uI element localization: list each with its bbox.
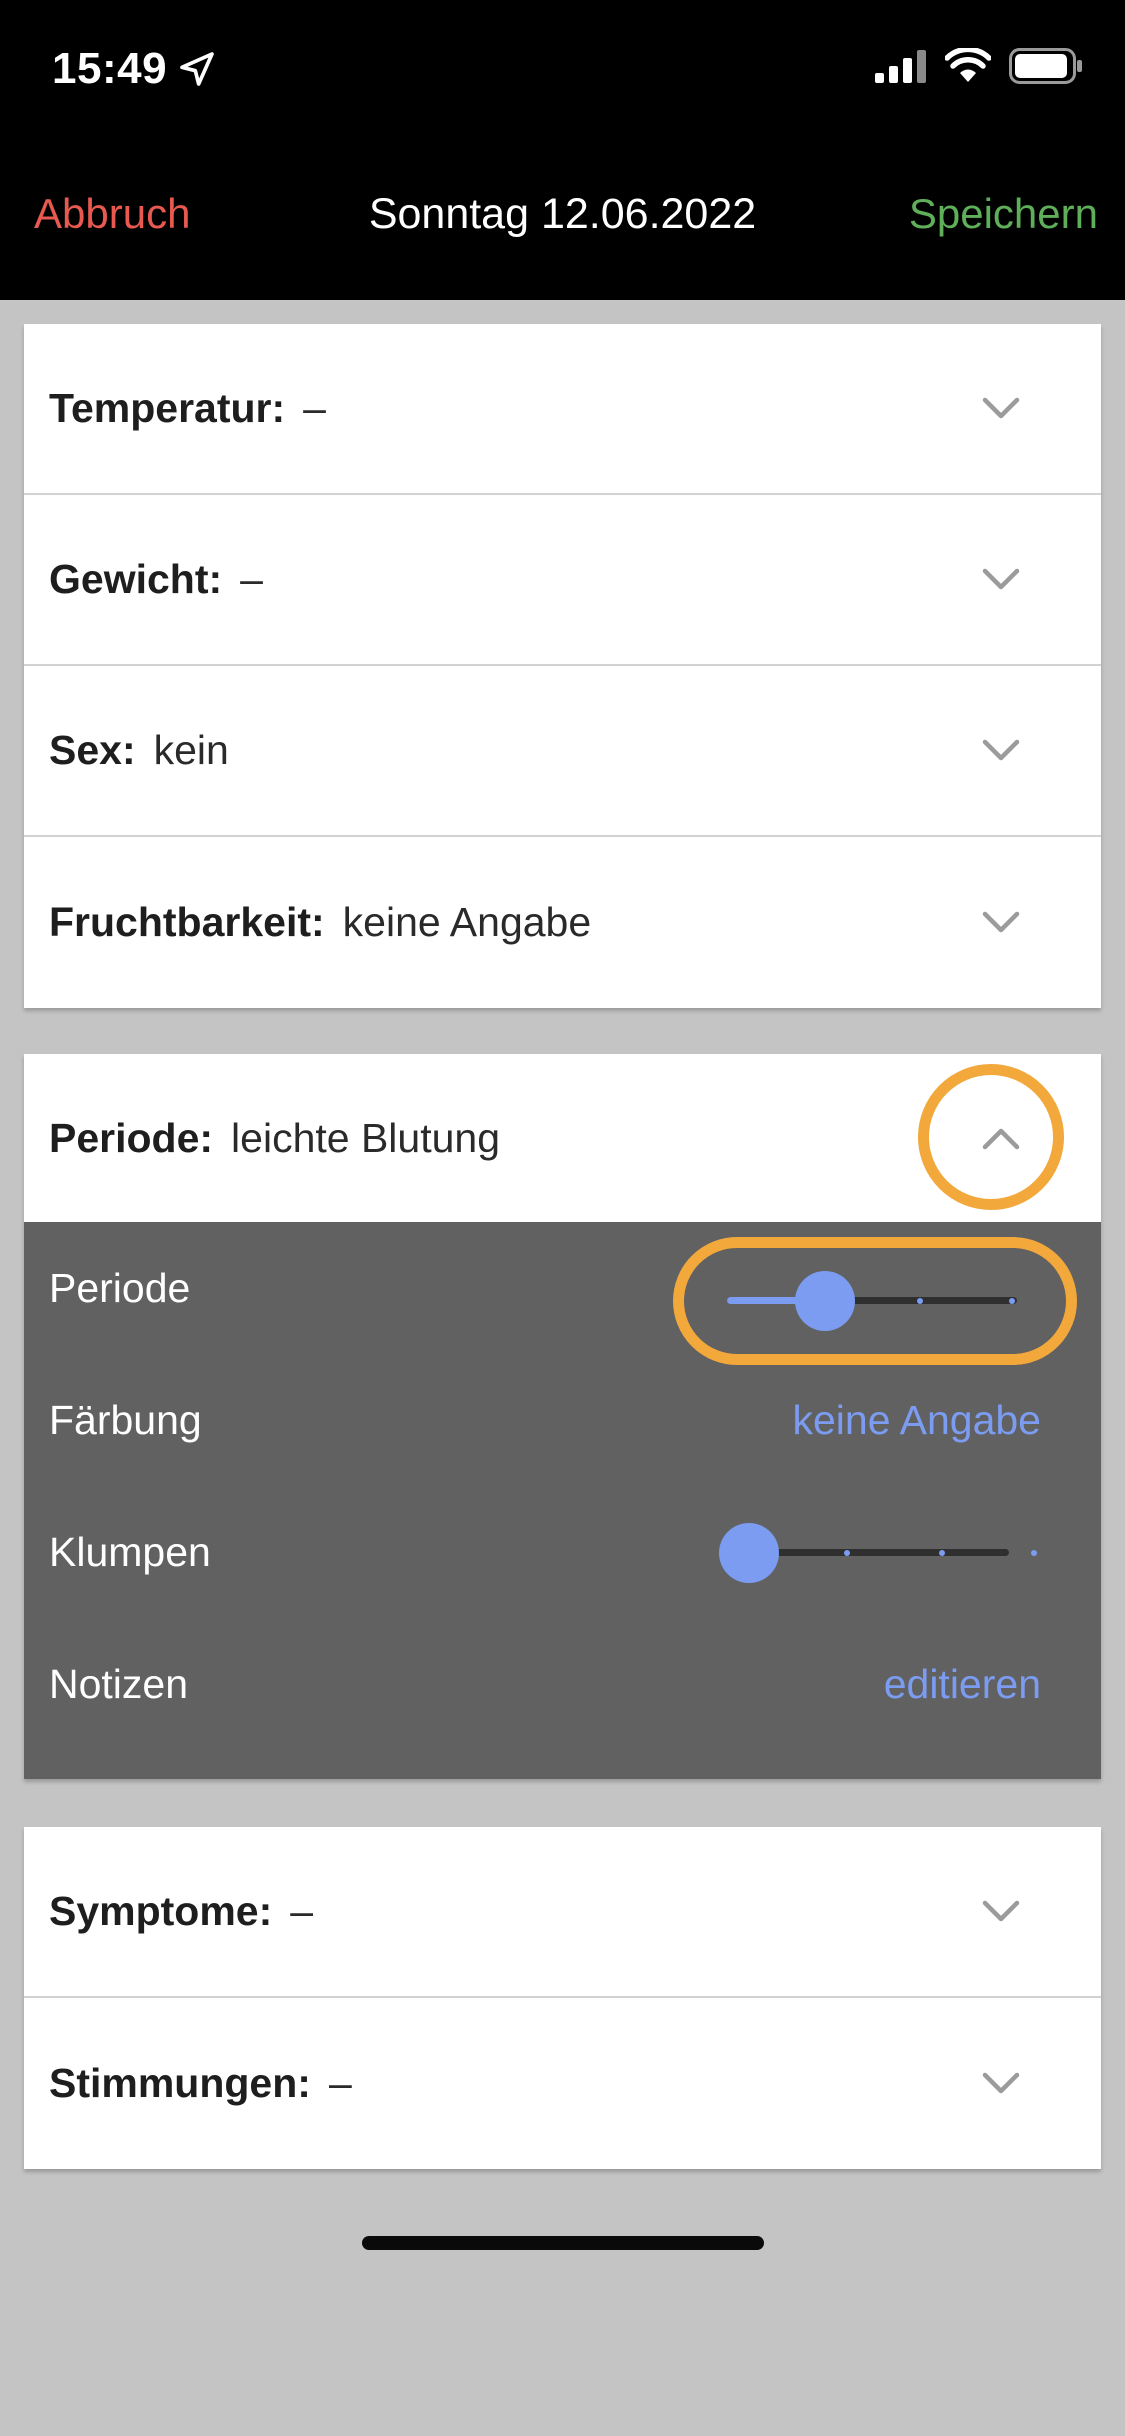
moods-label: Stimmungen: bbox=[49, 2060, 311, 2106]
weight-label: Gewicht: bbox=[49, 556, 223, 602]
moods-row[interactable]: Stimmungen: – bbox=[24, 1998, 1101, 2169]
weight-value: – bbox=[240, 556, 263, 602]
clock-text: 15:49 bbox=[52, 44, 168, 93]
chevron-down-icon[interactable] bbox=[981, 1894, 1021, 1930]
clots-slider[interactable] bbox=[719, 1522, 1037, 1583]
status-time: 15:49 bbox=[52, 44, 217, 94]
color-label: Färbung bbox=[49, 1396, 202, 1443]
save-button[interactable]: Speichern bbox=[909, 190, 1098, 238]
chevron-down-icon[interactable] bbox=[981, 905, 1021, 941]
highlight-pill bbox=[673, 1237, 1077, 1365]
color-value-link[interactable]: keine Angabe bbox=[792, 1397, 1041, 1444]
symptoms-row[interactable]: Symptome: – bbox=[24, 1827, 1101, 1998]
color-row: Färbung keine Angabe bbox=[49, 1354, 1101, 1486]
battery-icon bbox=[1009, 48, 1082, 84]
sex-value: kein bbox=[153, 727, 229, 773]
symptoms-label: Symptome: bbox=[49, 1888, 273, 1934]
signal-icon bbox=[875, 50, 926, 83]
symptoms-value: – bbox=[290, 1888, 314, 1934]
fertility-value: keine Angabe bbox=[342, 899, 592, 945]
weight-row[interactable]: Gewicht: – bbox=[24, 495, 1101, 666]
home-indicator[interactable] bbox=[362, 2236, 764, 2250]
highlight-circle bbox=[918, 1064, 1064, 1210]
sex-row[interactable]: Sex: kein bbox=[24, 666, 1101, 837]
wifi-icon bbox=[945, 48, 991, 82]
top-bar: 15:49 Abbruch Sonntag 12.06.2022 Speiche… bbox=[0, 0, 1125, 300]
notes-label: Notizen bbox=[49, 1660, 189, 1707]
notes-row: Notizen editieren bbox=[49, 1618, 1101, 1750]
fertility-label: Fruchtbarkeit: bbox=[49, 899, 325, 945]
symptoms-card: Symptome: – Stimmungen: – bbox=[24, 1827, 1101, 2169]
temperature-value: – bbox=[303, 385, 326, 431]
temperature-label: Temperatur: bbox=[49, 385, 286, 431]
chevron-down-icon[interactable] bbox=[981, 562, 1021, 598]
chevron-down-icon[interactable] bbox=[981, 391, 1021, 427]
slider-thumb[interactable] bbox=[719, 1523, 779, 1583]
period-label: Periode: bbox=[49, 1114, 214, 1161]
period-intensity-label: Periode bbox=[49, 1264, 191, 1311]
temperature-row[interactable]: Temperatur: – bbox=[24, 324, 1101, 495]
notes-edit-link[interactable]: editieren bbox=[884, 1661, 1041, 1708]
status-icons bbox=[875, 48, 1083, 84]
location-arrow-icon bbox=[180, 52, 214, 86]
fertility-row[interactable]: Fruchtbarkeit: keine Angabe bbox=[24, 837, 1101, 1008]
metrics-card: Temperatur: – Gewicht: – Sex: kein Fruch… bbox=[24, 324, 1101, 1008]
moods-value: – bbox=[328, 2060, 352, 2106]
period-value: leichte Blutung bbox=[231, 1114, 501, 1161]
clots-label: Klumpen bbox=[49, 1528, 211, 1575]
sex-label: Sex: bbox=[49, 727, 136, 773]
chevron-down-icon[interactable] bbox=[981, 2066, 1021, 2102]
chevron-down-icon[interactable] bbox=[981, 733, 1021, 769]
